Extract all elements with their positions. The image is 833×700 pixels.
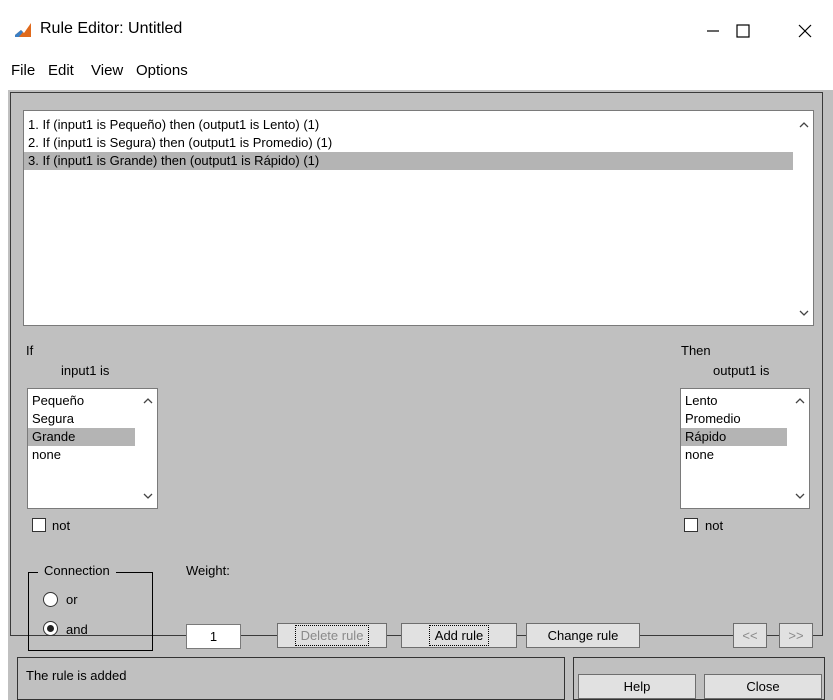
change-rule-button[interactable]: Change rule bbox=[526, 623, 640, 648]
help-button[interactable]: Help bbox=[578, 674, 696, 699]
output1-option[interactable]: Lento bbox=[681, 392, 787, 410]
output1-scrollbar[interactable] bbox=[791, 389, 809, 508]
input1-not-checkbox[interactable] bbox=[32, 518, 46, 532]
input1-option[interactable]: none bbox=[28, 446, 135, 464]
matlab-logo-icon bbox=[15, 23, 31, 37]
status-panel: The rule is added bbox=[17, 657, 565, 700]
prev-rule-button[interactable]: << bbox=[733, 623, 767, 648]
output1-label: output1 is bbox=[713, 363, 770, 378]
chevron-down-icon[interactable] bbox=[142, 490, 154, 502]
connection-label: Connection bbox=[38, 563, 116, 578]
output1-not-checkbox[interactable] bbox=[684, 518, 698, 532]
input1-label: input1 is bbox=[61, 363, 110, 378]
rule-row-2[interactable]: 2. If (input1 is Segura) then (output1 i… bbox=[24, 134, 793, 152]
connection-and-radio[interactable] bbox=[43, 621, 58, 636]
output1-option[interactable]: Rápido bbox=[681, 428, 787, 446]
rules-listbox[interactable]: 1. If (input1 is Pequeño) then (output1 … bbox=[23, 110, 814, 326]
chevron-down-icon[interactable] bbox=[798, 307, 810, 319]
input1-listbox[interactable]: Pequeño Segura Grande none bbox=[27, 388, 158, 509]
connection-or-label: or bbox=[66, 592, 78, 607]
maximize-button[interactable] bbox=[721, 14, 765, 48]
minimize-icon bbox=[707, 30, 719, 32]
chevron-up-icon[interactable] bbox=[798, 119, 810, 131]
close-button[interactable]: Close bbox=[704, 674, 822, 699]
close-icon bbox=[798, 24, 812, 38]
next-rule-button[interactable]: >> bbox=[779, 623, 813, 648]
chevron-down-icon[interactable] bbox=[794, 490, 806, 502]
menu-view[interactable]: View bbox=[91, 62, 123, 79]
output1-listbox[interactable]: Lento Promedio Rápido none bbox=[680, 388, 810, 509]
connection-groupbox bbox=[28, 572, 153, 651]
chevron-up-icon[interactable] bbox=[142, 395, 154, 407]
weight-label: Weight: bbox=[186, 563, 230, 578]
chevron-up-icon[interactable] bbox=[794, 395, 806, 407]
input1-not-label: not bbox=[52, 518, 71, 533]
menu-edit[interactable]: Edit bbox=[48, 62, 74, 79]
input1-option[interactable]: Pequeño bbox=[28, 392, 135, 410]
then-label: Then bbox=[681, 343, 711, 358]
add-rule-label: Add rule bbox=[428, 625, 490, 646]
output1-option[interactable]: Promedio bbox=[681, 410, 787, 428]
connection-or-radio[interactable] bbox=[43, 592, 58, 607]
output1-not-label: not bbox=[705, 518, 724, 533]
input1-option[interactable]: Grande bbox=[28, 428, 135, 446]
title-bar: Rule Editor: Untitled bbox=[0, 0, 833, 58]
add-rule-button[interactable]: Add rule bbox=[401, 623, 517, 648]
weight-input[interactable]: 1 bbox=[186, 624, 241, 649]
input1-option[interactable]: Segura bbox=[28, 410, 135, 428]
rule-row-3[interactable]: 3. If (input1 is Grande) then (output1 i… bbox=[24, 152, 793, 170]
window-title: Rule Editor: Untitled bbox=[40, 20, 183, 37]
menu-bar: File Edit View Options bbox=[0, 58, 833, 86]
menu-file[interactable]: File bbox=[11, 62, 35, 79]
maximize-icon bbox=[736, 24, 750, 38]
close-window-button[interactable] bbox=[783, 14, 827, 48]
menu-options[interactable]: Options bbox=[136, 62, 188, 79]
status-text: The rule is added bbox=[26, 668, 127, 683]
connection-and-label: and bbox=[66, 622, 88, 637]
if-label: If bbox=[26, 343, 34, 358]
delete-rule-label: Delete rule bbox=[294, 625, 370, 646]
input1-scrollbar[interactable] bbox=[139, 389, 157, 508]
output1-option[interactable]: none bbox=[681, 446, 787, 464]
delete-rule-button[interactable]: Delete rule bbox=[277, 623, 387, 648]
rule-row-1[interactable]: 1. If (input1 is Pequeño) then (output1 … bbox=[24, 116, 793, 134]
rules-scrollbar[interactable] bbox=[795, 111, 813, 325]
